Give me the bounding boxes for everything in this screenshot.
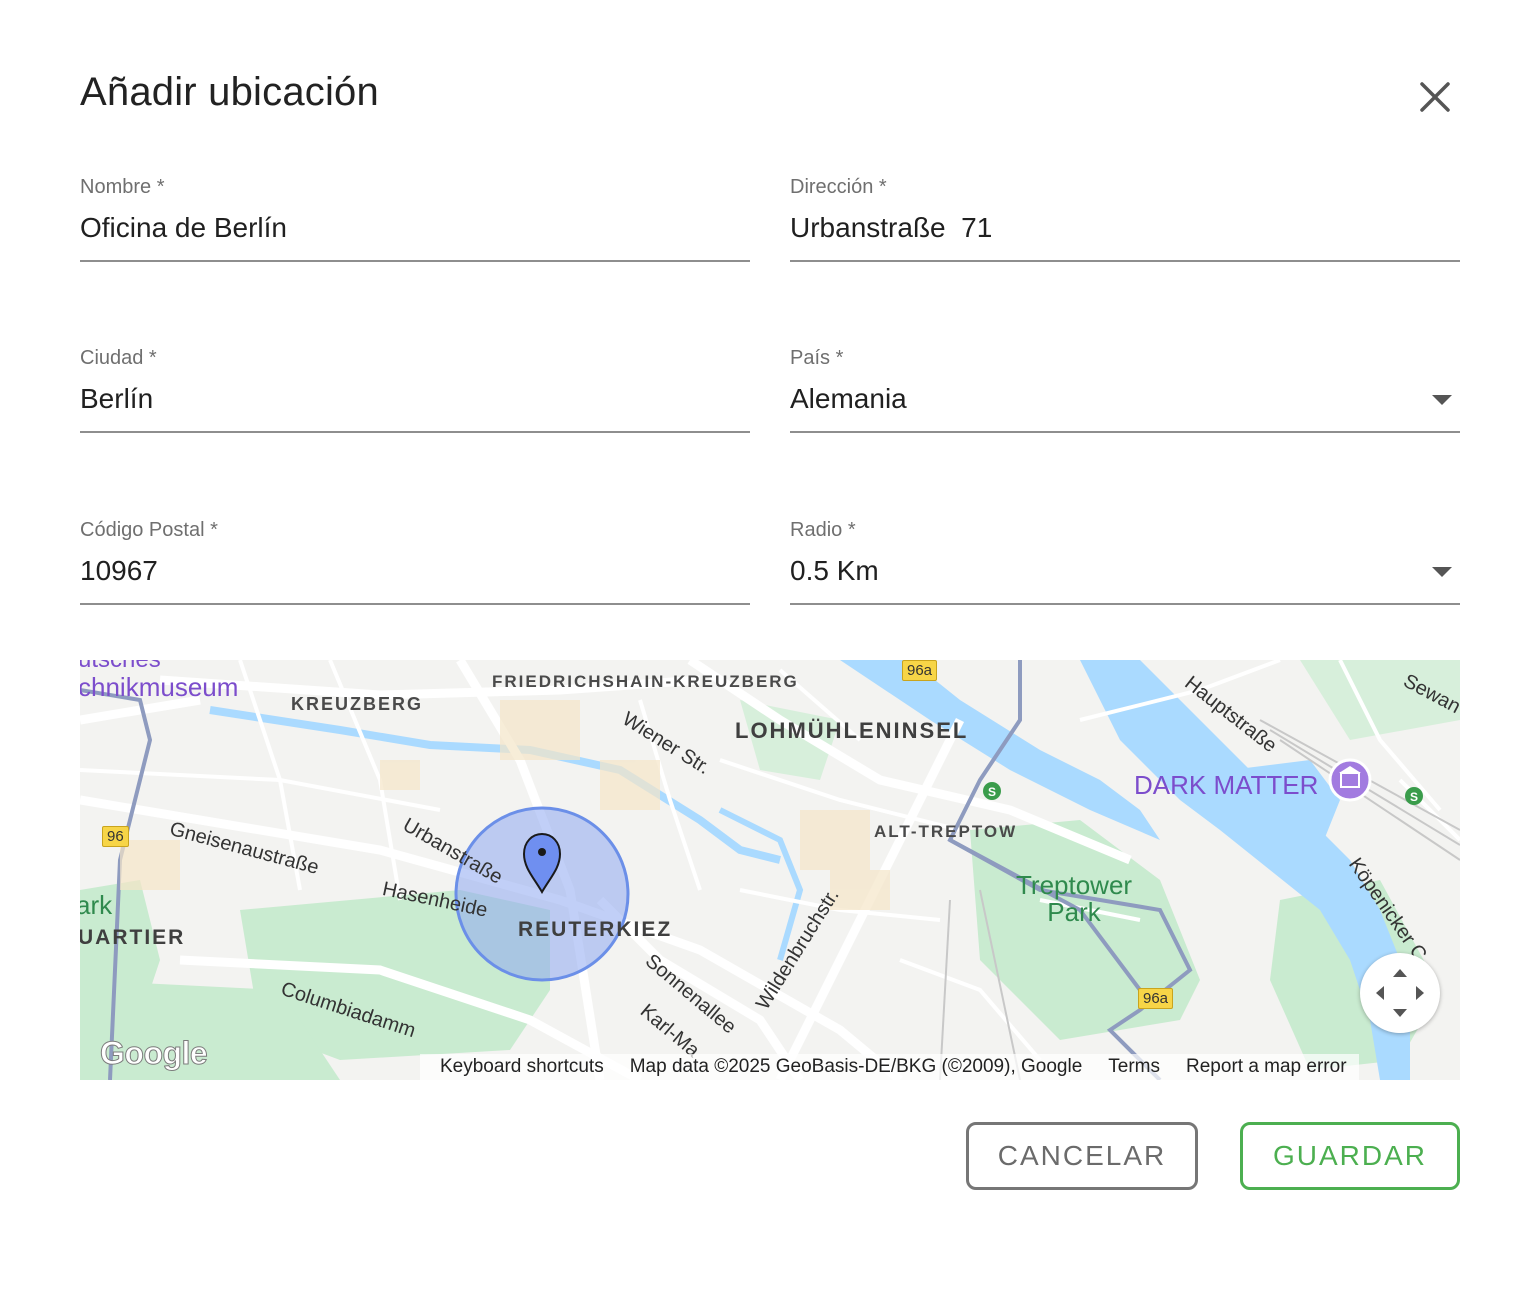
dialog-title: Añadir ubicación xyxy=(80,70,379,114)
country-underline xyxy=(790,431,1460,433)
map-attribution-bar: Keyboard shortcuts Map data ©2025 GeoBas… xyxy=(420,1054,1359,1080)
map-label-friedrichshain: FRIEDRICHSHAIN-KREUZBERG xyxy=(492,672,799,691)
city-label: Ciudad * xyxy=(80,347,157,369)
sbahn-station-icon: S xyxy=(1405,787,1423,805)
name-underline xyxy=(80,260,750,262)
map-label-reuterkiez: REUTERKIEZ xyxy=(518,918,673,941)
name-input[interactable]: Oficina de Berlín xyxy=(80,212,287,244)
radius-value[interactable]: 0.5 Km xyxy=(790,555,879,587)
close-button[interactable] xyxy=(1410,72,1460,122)
move-arrows-icon xyxy=(1376,969,1424,1017)
chevron-down-icon[interactable] xyxy=(1432,395,1452,405)
add-location-dialog: Añadir ubicación Nombre * Oficina de Ber… xyxy=(0,0,1524,1310)
map-label-kreuzberg: KREUZBERG xyxy=(291,694,424,714)
close-icon xyxy=(1420,82,1450,112)
map-data-attribution: Map data ©2025 GeoBasis-DE/BKG (©2009), … xyxy=(629,1056,1083,1077)
save-button[interactable]: GUARDAR xyxy=(1240,1122,1460,1190)
radius-underline xyxy=(790,603,1460,605)
map-label-museum[interactable]: chnikmuseum xyxy=(80,672,238,703)
address-underline xyxy=(790,260,1460,262)
map-label-dark-matter[interactable]: DARK MATTER xyxy=(1134,770,1318,801)
canal-lower xyxy=(718,807,804,961)
city-underline xyxy=(80,431,750,433)
address-label: Dirección * xyxy=(790,176,887,198)
city-field[interactable]: Ciudad * Berlín xyxy=(80,347,750,439)
road-shield-96: 96 xyxy=(102,826,129,847)
postal-code-input[interactable]: 10967 xyxy=(80,555,158,587)
svg-text:S: S xyxy=(1410,790,1418,804)
map-label-treptower-park: Treptower Park xyxy=(1016,870,1133,927)
country-label: País * xyxy=(790,347,844,369)
postal-code-field[interactable]: Código Postal * 10967 xyxy=(80,519,750,611)
radius-label: Radio * xyxy=(790,519,856,541)
address-field[interactable]: Dirección * Urbanstraße 71 xyxy=(790,176,1460,268)
name-label: Nombre * xyxy=(80,176,165,198)
map-label-lohmuehleninsel: LOHMÜHLENINSEL xyxy=(735,718,969,743)
google-logo: Google xyxy=(99,1035,208,1072)
museum-pin-icon[interactable] xyxy=(1328,758,1372,802)
location-map[interactable]: S S utsches chnikmuseum KREUZBERG FRIEDR… xyxy=(80,660,1460,1080)
map-recenter-button[interactable] xyxy=(1360,953,1440,1033)
postal-code-underline xyxy=(80,603,750,605)
chevron-down-icon[interactable] xyxy=(1432,567,1452,577)
map-label-quartier: UARTIER xyxy=(80,926,186,949)
cancel-button[interactable]: CANCELAR xyxy=(966,1122,1198,1190)
terms-link[interactable]: Terms xyxy=(1108,1056,1160,1078)
postal-code-label: Código Postal * xyxy=(80,519,218,541)
map-label-park-left: ark xyxy=(80,890,113,920)
road-shield-96a-top: 96a xyxy=(902,660,938,681)
name-field[interactable]: Nombre * Oficina de Berlín xyxy=(80,176,750,268)
road-shield-96a-bottom: 96a xyxy=(1138,988,1174,1009)
country-value[interactable]: Alemania xyxy=(790,383,907,415)
address-input[interactable]: Urbanstraße 71 xyxy=(790,212,992,244)
sbahn-station-icon: S xyxy=(983,782,1001,800)
map-label-alt-treptow: ALT-TREPTOW xyxy=(874,822,1018,841)
keyboard-shortcuts-link[interactable]: Keyboard shortcuts xyxy=(440,1056,604,1078)
svg-text:S: S xyxy=(988,785,996,799)
country-select[interactable]: País * Alemania xyxy=(790,347,1460,439)
radius-select[interactable]: Radio * 0.5 Km xyxy=(790,519,1460,611)
city-input[interactable]: Berlín xyxy=(80,383,153,415)
report-error-link[interactable]: Report a map error xyxy=(1186,1056,1347,1078)
